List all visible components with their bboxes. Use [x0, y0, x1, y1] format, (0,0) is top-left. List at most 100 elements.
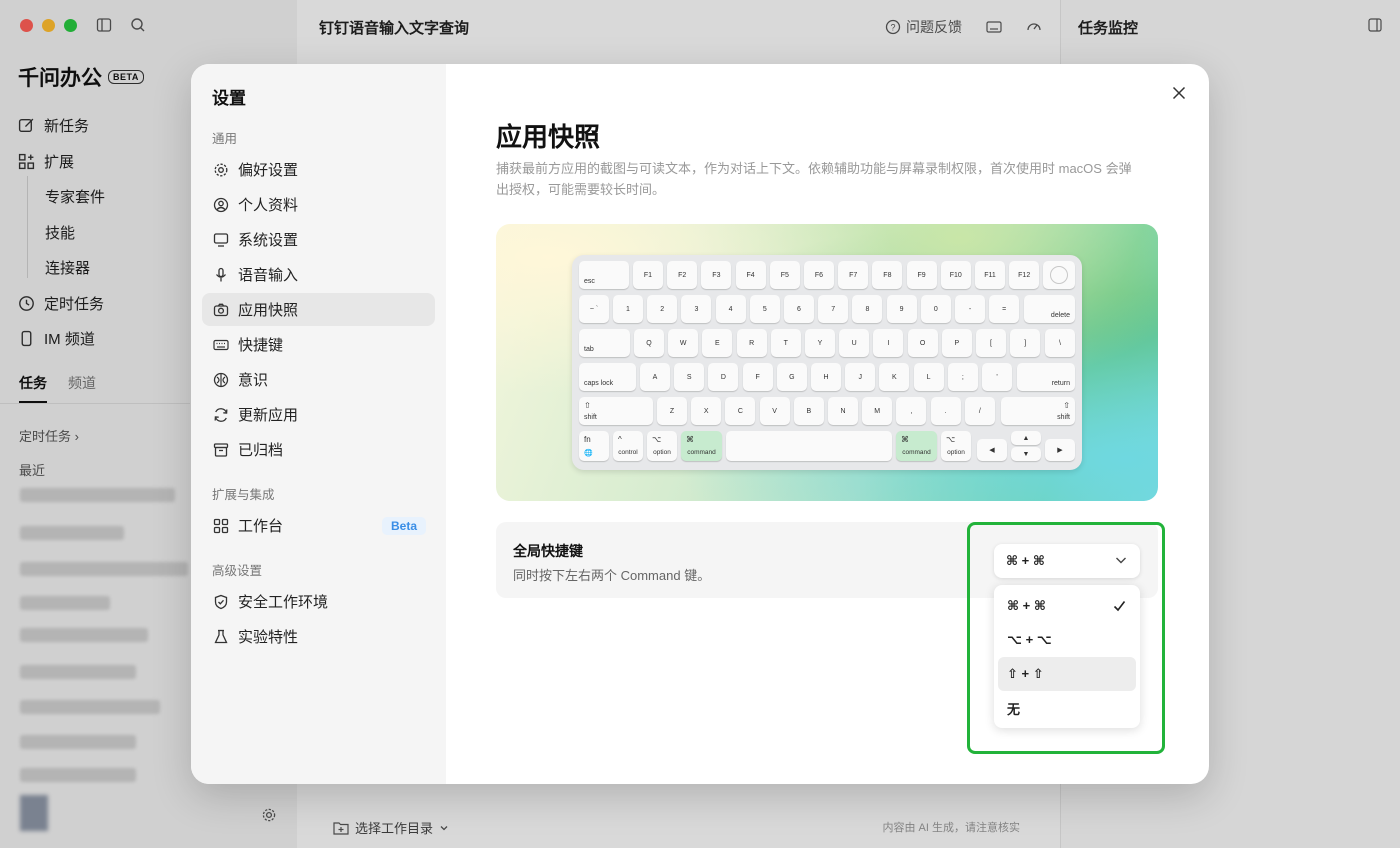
keyboard-key: return: [1017, 363, 1075, 391]
key-label: P: [954, 339, 960, 347]
keyboard-key: caps lock: [579, 363, 636, 391]
key-label: V: [772, 407, 777, 415]
keyboard-key: B: [793, 397, 824, 425]
settings-item-label: 工作台: [238, 518, 284, 535]
key-label: Q: [646, 339, 652, 347]
keyboard-key: F12: [1009, 261, 1040, 289]
keyboard-key: G: [776, 363, 807, 391]
keyboard-key: 4: [715, 295, 746, 323]
settings-item-experimental[interactable]: 实验特性: [202, 620, 435, 653]
settings-sidebar: 设置 通用 偏好设置 个人资料 系统设置 语音输入 应用快照 快捷键 意识 更新…: [191, 64, 446, 784]
shortcut-option[interactable]: ⇧ + ⇧: [998, 657, 1136, 691]
key-label: R: [749, 339, 755, 347]
key-label: M: [874, 407, 881, 415]
key-label: H: [823, 373, 829, 381]
key-label: ~ `: [589, 305, 599, 313]
settings-item-label: 更新应用: [238, 407, 299, 424]
keyboard-key: H: [811, 363, 841, 391]
keyboard-key: ,: [896, 397, 927, 425]
settings-item-archived[interactable]: 已归档: [202, 433, 435, 466]
grid-icon: [213, 518, 229, 533]
key-label: G: [789, 373, 795, 381]
keyboard-key: ⌥ option: [647, 431, 677, 461]
gear-icon: [214, 163, 228, 176]
settings-item-secure-env[interactable]: 安全工作环境: [202, 585, 435, 618]
key-label: F11: [984, 271, 996, 279]
keyboard-key: 3: [681, 295, 712, 323]
settings-item-voice-input[interactable]: 语音输入: [202, 258, 435, 291]
settings-item-update[interactable]: 更新应用: [202, 398, 435, 431]
settings-item-workbench[interactable]: 工作台 Beta: [202, 509, 435, 542]
key-label: S: [686, 373, 692, 381]
settings-item-app-snapshot[interactable]: 应用快照: [202, 293, 435, 326]
keyboard-key: ]: [1010, 329, 1041, 357]
keyboard-key: Q: [634, 329, 664, 357]
shortcut-option[interactable]: ⌥ + ⌥: [998, 623, 1136, 657]
keyboard-key: X: [691, 397, 722, 425]
key-label: I: [887, 339, 890, 347]
settings-item-label: 应用快照: [238, 302, 299, 319]
key-label: F1: [643, 271, 653, 279]
settings-item-label: 意识: [238, 372, 269, 389]
key-label: command: [902, 449, 931, 456]
key-label: ⌥: [652, 435, 662, 444]
key-label: -: [968, 305, 972, 313]
key-label: O: [919, 339, 926, 347]
key-label: ⌘: [686, 435, 694, 444]
settings-item-profile[interactable]: 个人资料: [202, 188, 435, 221]
option-label: 无: [1007, 701, 1021, 717]
settings-item-label: 系统设置: [238, 232, 299, 249]
settings-item-shortcuts[interactable]: 快捷键: [202, 328, 435, 361]
key-label: F9: [917, 271, 926, 279]
group-extensions: 扩展与集成: [212, 488, 275, 502]
keyboard-key: E: [702, 329, 733, 357]
keyboard-key: [1043, 261, 1075, 289]
keyboard-key: I: [873, 329, 904, 357]
key-label: J: [858, 373, 862, 381]
shortcut-option[interactable]: 无: [998, 691, 1136, 725]
keyboard-key: ~ `: [579, 295, 609, 323]
keyboard-key: -: [955, 295, 985, 323]
keyboard-key: F10: [940, 261, 971, 289]
settings-item-awareness[interactable]: 意识: [202, 363, 435, 396]
keyboard-key: ^ control: [613, 431, 643, 461]
key-label: L: [926, 373, 931, 381]
keyboard-key: A: [640, 363, 670, 391]
keyboard-key: R: [736, 329, 767, 357]
settings-item-preferences[interactable]: 偏好设置: [202, 153, 435, 186]
keyboard-key: F11: [975, 261, 1005, 289]
keyboard-key: J: [845, 363, 876, 391]
settings-item-system[interactable]: 系统设置: [202, 223, 435, 256]
keyboard-key: 1: [613, 295, 643, 323]
keyboard-key: L: [913, 363, 944, 391]
keyboard-key: C: [725, 397, 756, 425]
key-label: F: [755, 373, 760, 381]
shortcut-title: 全局快捷键: [513, 543, 583, 559]
user-circle-icon: [213, 197, 229, 212]
key-label: \: [1059, 339, 1061, 347]
key-label: ⌘: [901, 435, 909, 444]
key-label: 0: [933, 305, 938, 313]
settings-item-label: 已归档: [238, 442, 284, 459]
keyboard-key: /: [964, 397, 995, 425]
keyboard-key: ⌥ option: [941, 431, 971, 461]
close-icon[interactable]: [1171, 85, 1187, 101]
key-label: ,: [910, 407, 913, 415]
key-label: esc: [584, 278, 595, 285]
key-label: N: [840, 407, 846, 415]
refresh-icon: [214, 407, 228, 422]
key-label: fn: [584, 435, 591, 444]
key-label: 5: [762, 305, 767, 313]
keyboard-key: N: [828, 397, 858, 425]
key-label: F2: [678, 271, 687, 279]
shortcut-description: 同时按下左右两个 Command 键。: [513, 568, 711, 583]
settings-title: 设置: [212, 89, 246, 108]
keyboard-key: shift ⇧: [579, 397, 653, 425]
keyboard-key: F: [742, 363, 773, 391]
keyboard-key: K: [879, 363, 910, 391]
group-advanced: 高级设置: [212, 564, 263, 578]
shortcut-option[interactable]: ⌘ + ⌘: [998, 589, 1136, 623]
key-label: F3: [712, 271, 721, 279]
shortcut-select[interactable]: ⌘ + ⌘: [994, 544, 1140, 578]
archive-icon: [213, 442, 229, 457]
